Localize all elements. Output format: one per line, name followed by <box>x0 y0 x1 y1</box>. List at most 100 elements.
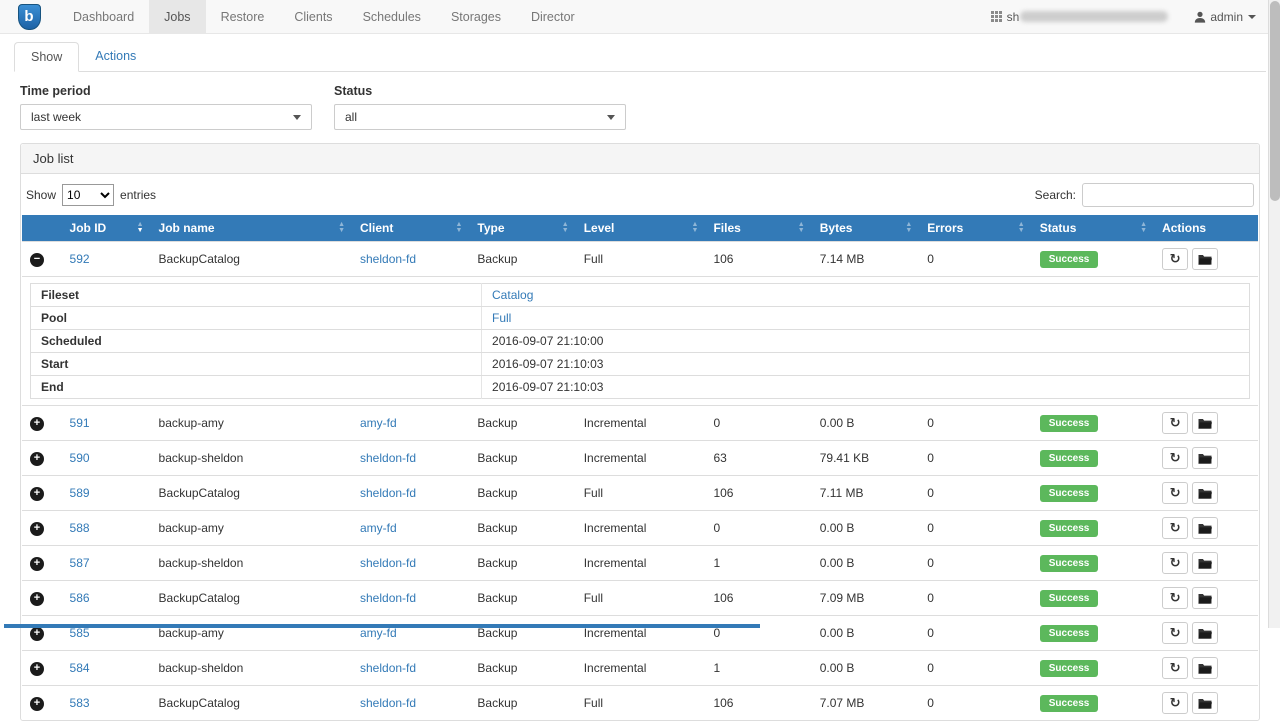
sort-icon[interactable]: ▲▼ <box>905 222 912 234</box>
folder-icon <box>1198 418 1212 429</box>
job-files-button[interactable] <box>1192 552 1218 574</box>
job-files-button[interactable] <box>1192 587 1218 609</box>
job-id-cell: 592 <box>62 242 151 277</box>
job-files-button[interactable] <box>1192 248 1218 270</box>
rerun-job-button[interactable]: ↻ <box>1162 517 1188 539</box>
expand-cell: + <box>22 581 62 616</box>
job-id-link[interactable]: 590 <box>70 451 90 465</box>
collapse-row-icon[interactable]: − <box>30 253 44 267</box>
tab-show[interactable]: Show <box>14 42 79 72</box>
sort-icon[interactable]: ▲▼ <box>455 222 462 234</box>
expand-row-icon[interactable]: + <box>30 417 44 431</box>
job-id-link[interactable]: 592 <box>70 252 90 266</box>
client-link[interactable]: sheldon-fd <box>360 486 416 500</box>
rerun-job-button[interactable]: ↻ <box>1162 552 1188 574</box>
scrollbar-thumb[interactable] <box>1270 1 1280 201</box>
client-link[interactable]: sheldon-fd <box>360 696 416 710</box>
entries-select[interactable]: 10 <box>62 184 114 206</box>
expand-row-icon[interactable]: + <box>30 522 44 536</box>
status-badge: Success <box>1040 485 1099 502</box>
brand-logo[interactable]: b <box>0 0 58 33</box>
rerun-job-button[interactable]: ↻ <box>1162 447 1188 469</box>
rerun-job-button[interactable]: ↻ <box>1162 622 1188 644</box>
nav-item-dashboard[interactable]: Dashboard <box>58 0 149 33</box>
job-id-link[interactable]: 588 <box>70 521 90 535</box>
expand-row-icon[interactable]: + <box>30 557 44 571</box>
host-selector[interactable]: sh <box>991 10 1169 24</box>
nav-item-clients[interactable]: Clients <box>279 0 347 33</box>
column-header-errors[interactable]: Errors▲▼ <box>919 215 1031 242</box>
actions-cell: ↻ <box>1154 546 1258 581</box>
job-id-link[interactable]: 585 <box>70 626 90 640</box>
bytes-cell: 7.14 MB <box>812 242 920 277</box>
type-cell: Backup <box>469 546 575 581</box>
sort-icon[interactable]: ▲▼ <box>798 222 805 234</box>
sort-icon[interactable]: ▲▼ <box>562 222 569 234</box>
job-id-link[interactable]: 584 <box>70 661 90 675</box>
expand-row-icon[interactable]: + <box>30 627 44 641</box>
job-id-link[interactable]: 586 <box>70 591 90 605</box>
client-link[interactable]: amy-fd <box>360 626 397 640</box>
column-header-status[interactable]: Status▲▼ <box>1032 215 1154 242</box>
level-cell: Incremental <box>576 406 706 441</box>
sort-icon[interactable]: ▲▼ <box>692 222 699 234</box>
expand-row-icon[interactable]: + <box>30 487 44 501</box>
sort-icon[interactable]: ▲▼ <box>137 222 144 234</box>
job-id-link[interactable]: 591 <box>70 416 90 430</box>
rerun-job-button[interactable]: ↻ <box>1162 587 1188 609</box>
detail-value-fileset: Catalog <box>482 284 1250 307</box>
job-files-button[interactable] <box>1192 447 1218 469</box>
status-select[interactable]: all <box>334 104 626 130</box>
nav-item-director[interactable]: Director <box>516 0 590 33</box>
client-link[interactable]: amy-fd <box>360 416 397 430</box>
sort-icon[interactable]: ▲▼ <box>1140 222 1147 234</box>
expand-row-icon[interactable]: + <box>30 592 44 606</box>
nav-item-storages[interactable]: Storages <box>436 0 516 33</box>
column-header-bytes[interactable]: Bytes ▲▼ <box>812 215 920 242</box>
client-link[interactable]: sheldon-fd <box>360 661 416 675</box>
column-header-files[interactable]: Files▲▼ <box>705 215 811 242</box>
job-files-button[interactable] <box>1192 517 1218 539</box>
time-period-select[interactable]: last week <box>20 104 312 130</box>
rerun-job-button[interactable]: ↻ <box>1162 248 1188 270</box>
column-header-job-id[interactable]: Job ID▲▼ <box>62 215 151 242</box>
tab-actions[interactable]: Actions <box>79 42 152 72</box>
nav-item-jobs[interactable]: Jobs <box>149 0 205 33</box>
vertical-scrollbar[interactable] <box>1268 0 1280 628</box>
job-id-link[interactable]: 587 <box>70 556 90 570</box>
job-files-button[interactable] <box>1192 692 1218 714</box>
rerun-job-button[interactable]: ↻ <box>1162 482 1188 504</box>
job-id-link[interactable]: 583 <box>70 696 90 710</box>
client-link[interactable]: sheldon-fd <box>360 591 416 605</box>
rerun-job-button[interactable]: ↻ <box>1162 692 1188 714</box>
rerun-job-button[interactable]: ↻ <box>1162 657 1188 679</box>
job-id-link[interactable]: 589 <box>70 486 90 500</box>
host-name: sh <box>1007 10 1020 24</box>
client-link[interactable]: sheldon-fd <box>360 252 416 266</box>
detail-link-catalog[interactable]: Catalog <box>492 288 533 302</box>
expand-row-icon[interactable]: + <box>30 697 44 711</box>
job-files-button[interactable] <box>1192 482 1218 504</box>
column-header-level[interactable]: Level▲▼ <box>576 215 706 242</box>
client-cell: sheldon-fd <box>352 651 469 686</box>
job-files-button[interactable] <box>1192 657 1218 679</box>
expand-row-icon[interactable]: + <box>30 662 44 676</box>
sort-icon[interactable]: ▲▼ <box>338 222 345 234</box>
column-header-job-name[interactable]: Job name▲▼ <box>151 215 352 242</box>
job-files-button[interactable] <box>1192 622 1218 644</box>
detail-link-full[interactable]: Full <box>492 311 511 325</box>
sort-icon[interactable]: ▲▼ <box>1018 222 1025 234</box>
nav-item-schedules[interactable]: Schedules <box>348 0 436 33</box>
column-header-client[interactable]: Client▲▼ <box>352 215 469 242</box>
search-input[interactable] <box>1082 183 1254 207</box>
nav-item-restore[interactable]: Restore <box>206 0 280 33</box>
user-menu[interactable]: admin <box>1194 10 1256 24</box>
client-link[interactable]: sheldon-fd <box>360 451 416 465</box>
client-link[interactable]: amy-fd <box>360 521 397 535</box>
expand-row-icon[interactable]: + <box>30 452 44 466</box>
column-label: Bytes <box>820 221 853 235</box>
rerun-job-button[interactable]: ↻ <box>1162 412 1188 434</box>
client-link[interactable]: sheldon-fd <box>360 556 416 570</box>
column-header-type[interactable]: Type▲▼ <box>469 215 575 242</box>
job-files-button[interactable] <box>1192 412 1218 434</box>
